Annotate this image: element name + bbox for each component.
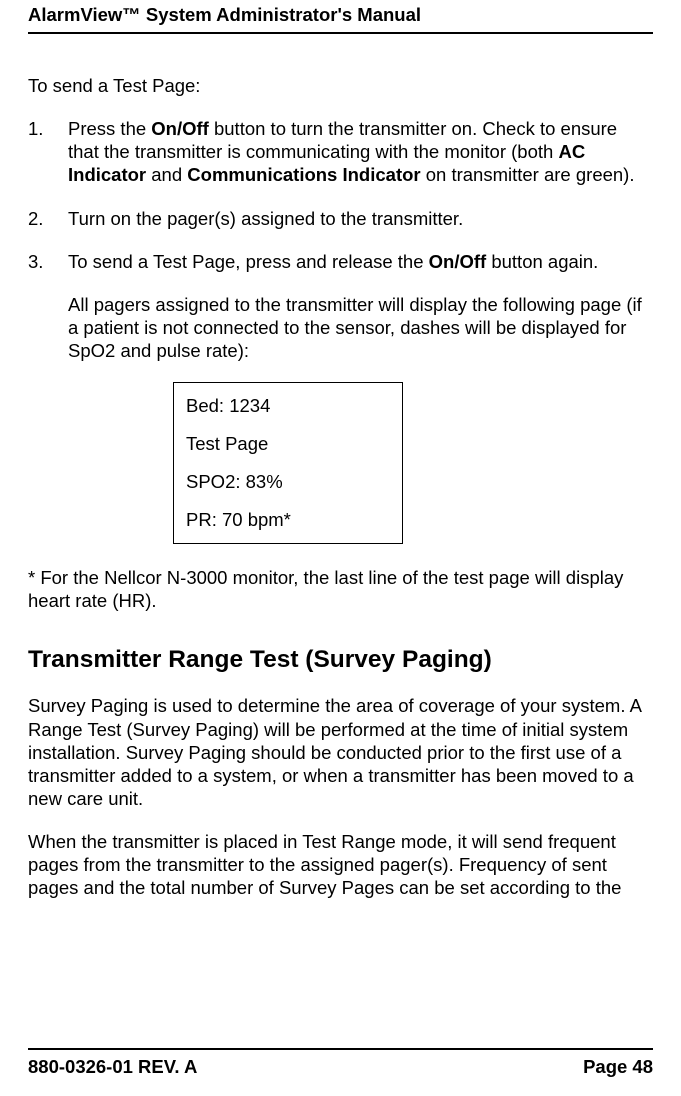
text-run: and [146, 164, 187, 185]
text-run: on transmitter are green). [421, 164, 635, 185]
step-3-number: 3. [28, 250, 43, 273]
step-3: 3. To send a Test Page, press and releas… [28, 250, 653, 363]
display-line-1: Bed: 1234 [186, 395, 390, 417]
page: AlarmView™ System Administrator's Manual… [0, 0, 681, 1096]
footer: 880-0326-01 REV. A Page 48 [28, 1048, 653, 1078]
step-1-text: Press the On/Off button to turn the tran… [68, 118, 634, 185]
footnote-text: * For the Nellcor N-3000 monitor, the la… [28, 566, 653, 612]
display-line-3: SPO2: 83% [186, 471, 390, 493]
section-heading: Transmitter Range Test (Survey Paging) [28, 646, 653, 674]
intro-text: To send a Test Page: [28, 74, 653, 97]
display-line-4: PR: 70 bpm* [186, 509, 390, 531]
step-1: 1. Press the On/Off button to turn the t… [28, 117, 653, 186]
page-number: Page 48 [583, 1056, 653, 1078]
text-run: On/Off [151, 118, 209, 139]
step-2: 2. Turn on the pager(s) assigned to the … [28, 207, 653, 230]
header-rule [28, 32, 653, 34]
section-para-1: Survey Paging is used to determine the a… [28, 694, 653, 810]
text-run: To send a Test Page, press and release t… [68, 251, 429, 272]
section-para-2: When the transmitter is placed in Test R… [28, 830, 653, 899]
pager-display-box: Bed: 1234 Test Page SPO2: 83% PR: 70 bpm… [173, 382, 403, 544]
text-run: Turn on the pager(s) assigned to the tra… [68, 208, 463, 229]
step-2-text: Turn on the pager(s) assigned to the tra… [68, 208, 463, 229]
steps-list: 1. Press the On/Off button to turn the t… [28, 117, 653, 362]
display-line-2: Test Page [186, 433, 390, 455]
text-run: Press the [68, 118, 151, 139]
step-1-number: 1. [28, 117, 43, 140]
text-run: Communications Indicator [187, 164, 420, 185]
step-3-continuation: All pagers assigned to the transmitter w… [68, 293, 653, 362]
running-header: AlarmView™ System Administrator's Manual [28, 4, 653, 26]
text-run: button again. [486, 251, 598, 272]
text-run: On/Off [429, 251, 487, 272]
doc-revision: 880-0326-01 REV. A [28, 1056, 197, 1078]
step-2-number: 2. [28, 207, 43, 230]
step-3-text: To send a Test Page, press and release t… [68, 251, 598, 272]
footer-rule [28, 1048, 653, 1050]
